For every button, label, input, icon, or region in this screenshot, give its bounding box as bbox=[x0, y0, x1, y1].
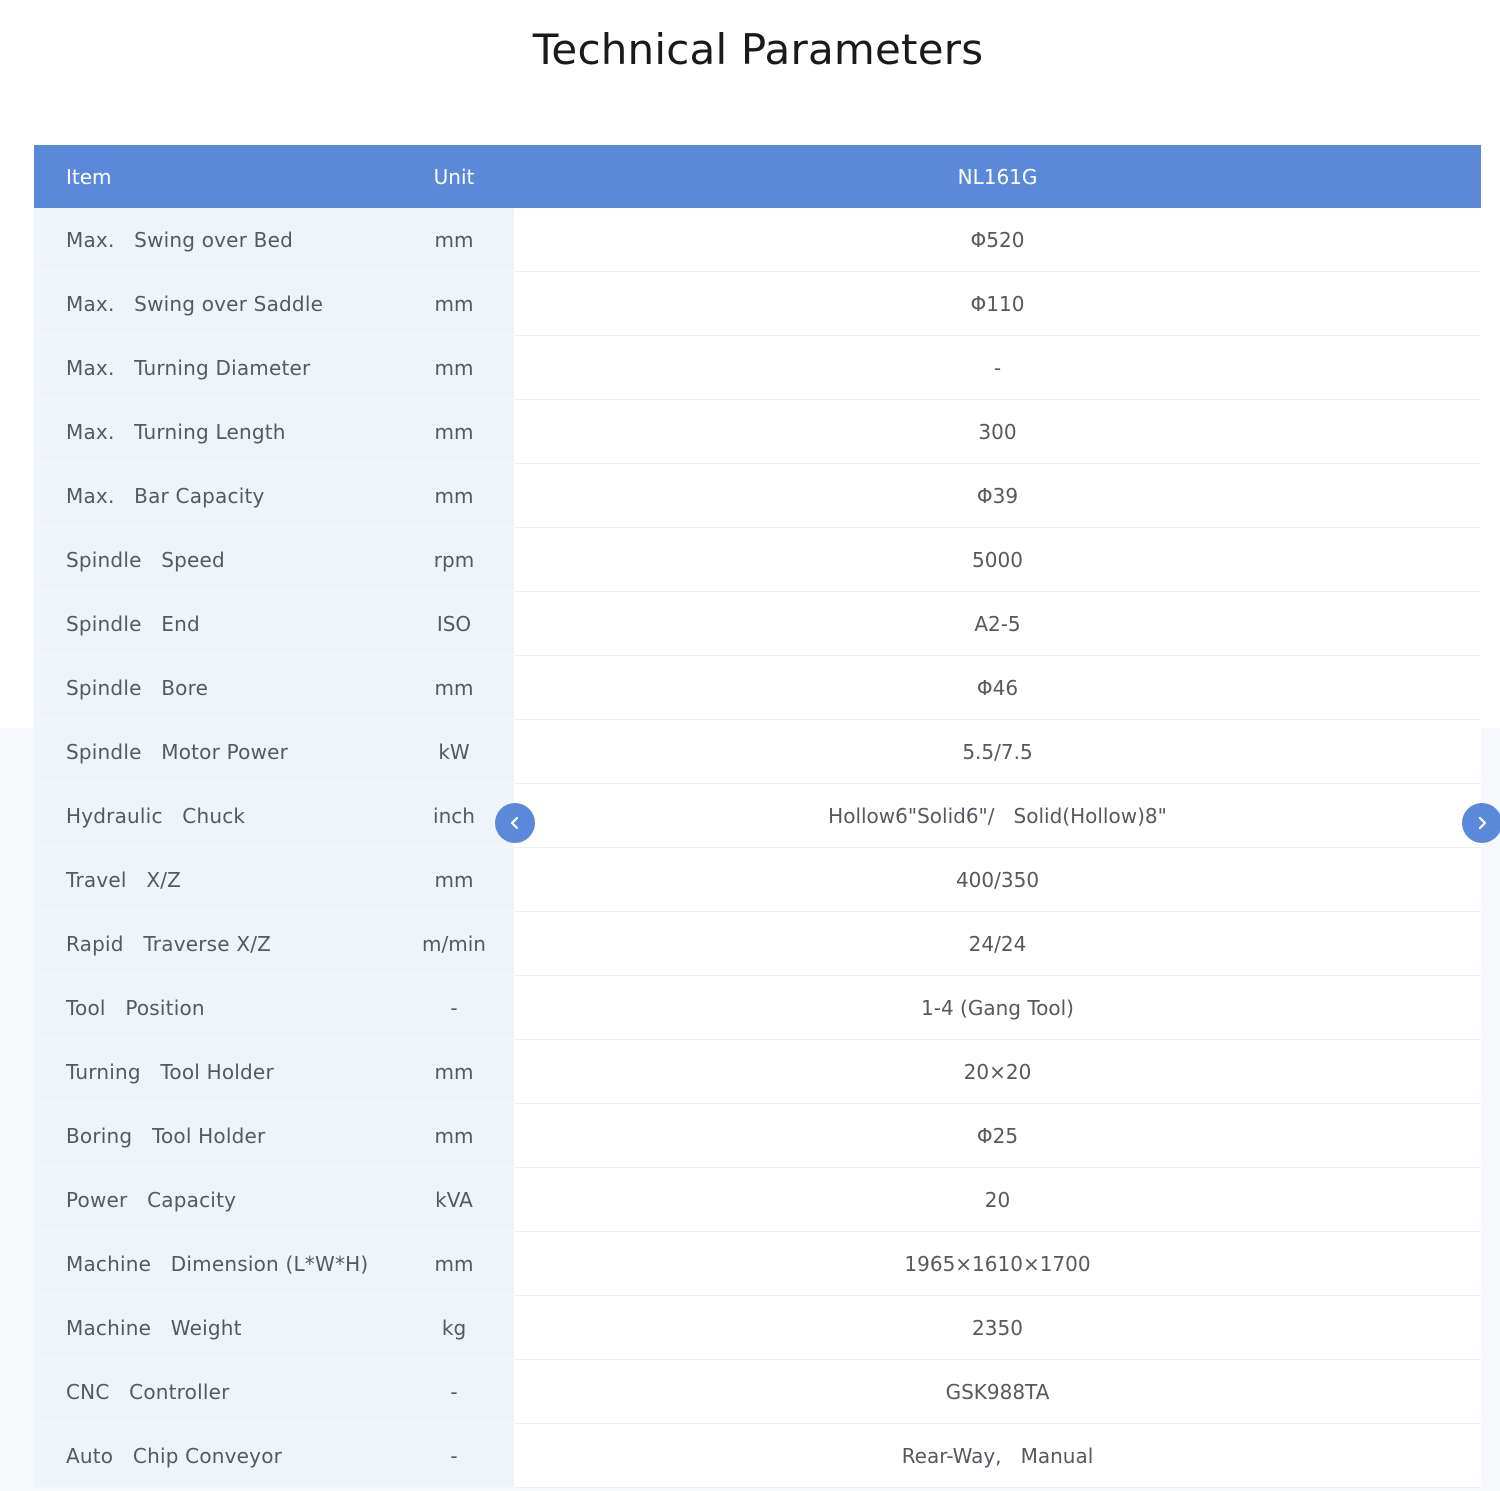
table-row: Rapid Traverse X/Z m/min 24/24 bbox=[34, 911, 1481, 976]
row-item-cell: Boring Tool Holder bbox=[34, 1103, 394, 1168]
row-value-cell: Φ39 bbox=[514, 463, 1481, 528]
table-body: Max. Swing over Bed mm Φ520 Max. Swing over… bbox=[34, 208, 1481, 1488]
row-unit-cell: mm bbox=[394, 1103, 514, 1168]
table-row: Spindle Motor Power kW 5.5/7.5 bbox=[34, 719, 1481, 784]
table-row: Machine Weight kg 2350 bbox=[34, 1295, 1481, 1360]
row-value-cell: Rear-Way, Manual bbox=[514, 1423, 1481, 1488]
row-item-cell: Machine Weight bbox=[34, 1295, 394, 1360]
row-value-cell: Φ520 bbox=[514, 208, 1481, 272]
row-item-cell: Max. Swing over Bed bbox=[34, 208, 394, 272]
parameters-table-container: Item Unit NL161G Max. Swing over Bed mm Φ5… bbox=[34, 145, 1481, 1488]
table-header: Item Unit NL161G bbox=[34, 145, 1481, 208]
table-row: Max. Swing over Saddle mm Φ110 bbox=[34, 271, 1481, 336]
table-row: Tool Position -1-4 (Gang Tool) bbox=[34, 975, 1481, 1040]
row-unit-cell: mm bbox=[394, 271, 514, 336]
row-unit-cell: mm bbox=[394, 463, 514, 528]
table-row: Travel X/Z mm 400/350 bbox=[34, 847, 1481, 912]
row-item-cell: Spindle Speed bbox=[34, 527, 394, 592]
row-unit-cell: mm bbox=[394, 399, 514, 464]
row-value-cell: Hollow6"Solid6"/ Solid(Hollow)8" bbox=[514, 783, 1481, 848]
row-item-cell: Tool Position bbox=[34, 975, 394, 1040]
row-item-cell: Power Capacity bbox=[34, 1167, 394, 1232]
column-header-model: NL161G bbox=[514, 145, 1481, 208]
row-unit-cell: kVA bbox=[394, 1167, 514, 1232]
row-value-cell: Φ110 bbox=[514, 271, 1481, 336]
row-unit-cell: mm bbox=[394, 1231, 514, 1296]
table-row: CNC Controller - GSK988TA bbox=[34, 1359, 1481, 1424]
table-row: Spindle End ISO A2-5 bbox=[34, 591, 1481, 656]
row-value-cell: A2-5 bbox=[514, 591, 1481, 656]
row-item-cell: Max. Bar Capacity bbox=[34, 463, 394, 528]
table-row: Machine Dimension (L*W*H) mm 1965×1610×170… bbox=[34, 1231, 1481, 1296]
row-item-cell: Rapid Traverse X/Z bbox=[34, 911, 394, 976]
row-item-cell: Travel X/Z bbox=[34, 847, 394, 912]
row-unit-cell: mm bbox=[394, 335, 514, 400]
row-item-cell: Auto Chip Conveyor bbox=[34, 1423, 394, 1488]
row-unit-cell: mm bbox=[394, 1039, 514, 1104]
previous-button[interactable] bbox=[495, 803, 535, 843]
row-unit-cell: ISO bbox=[394, 591, 514, 656]
table-row: Spindle Speed rpm 5000 bbox=[34, 527, 1481, 592]
row-item-cell: Hydraulic Chuck bbox=[34, 783, 394, 848]
row-value-cell: 5000 bbox=[514, 527, 1481, 592]
chevron-right-icon bbox=[1478, 816, 1487, 830]
chevron-left-icon bbox=[510, 816, 519, 830]
row-unit-cell: - bbox=[394, 1423, 514, 1488]
row-unit-cell: mm bbox=[394, 655, 514, 720]
table-row: Max. Turning Length mm 300 bbox=[34, 399, 1481, 464]
row-value-cell: 24/24 bbox=[514, 911, 1481, 976]
row-value-cell: 400/350 bbox=[514, 847, 1481, 912]
table-row: Boring Tool Holder mm Φ25 bbox=[34, 1103, 1481, 1168]
row-item-cell: Machine Dimension (L*W*H) bbox=[34, 1231, 394, 1296]
row-item-cell: Spindle End bbox=[34, 591, 394, 656]
row-value-cell: 20 bbox=[514, 1167, 1481, 1232]
page-title: Technical Parameters bbox=[532, 25, 984, 74]
column-header-unit: Unit bbox=[394, 145, 514, 208]
row-value-cell: Φ46 bbox=[514, 655, 1481, 720]
row-unit-cell: kg bbox=[394, 1295, 514, 1360]
row-item-cell: Max. Swing over Saddle bbox=[34, 271, 394, 336]
row-value-cell: GSK988TA bbox=[514, 1359, 1481, 1424]
row-item-cell: Spindle Bore bbox=[34, 655, 394, 720]
row-value-cell: 1965×1610×1700 bbox=[514, 1231, 1481, 1296]
table-row: Max. Bar Capacity mm Φ39 bbox=[34, 463, 1481, 528]
row-item-cell: Max. Turning Length bbox=[34, 399, 394, 464]
row-unit-cell: rpm bbox=[394, 527, 514, 592]
row-item-cell: Spindle Motor Power bbox=[34, 719, 394, 784]
column-header-item: Item bbox=[34, 145, 394, 208]
table-row: Auto Chip Conveyor - Rear-Way, Manual bbox=[34, 1423, 1481, 1488]
table-row: Max. Swing over Bed mm Φ520 bbox=[34, 208, 1481, 272]
row-value-cell: 1-4 (Gang Tool) bbox=[514, 975, 1481, 1040]
row-unit-cell: mm bbox=[394, 208, 514, 272]
table-row: Turning Tool Holder mm 20×20 bbox=[34, 1039, 1481, 1104]
table-row: Spindle Bore mm Φ46 bbox=[34, 655, 1481, 720]
table-row: Max. Turning Diameter mm - bbox=[34, 335, 1481, 400]
header-row: Item Unit NL161G bbox=[34, 145, 1481, 208]
table-row: Power Capacity kVA 20 bbox=[34, 1167, 1481, 1232]
row-item-cell: Max. Turning Diameter bbox=[34, 335, 394, 400]
row-item-cell: Turning Tool Holder bbox=[34, 1039, 394, 1104]
row-unit-cell: kW bbox=[394, 719, 514, 784]
row-unit-cell: m/min bbox=[394, 911, 514, 976]
parameters-table: Item Unit NL161G Max. Swing over Bed mm Φ5… bbox=[34, 145, 1481, 1488]
row-item-cell: CNC Controller bbox=[34, 1359, 394, 1424]
row-unit-cell: mm bbox=[394, 847, 514, 912]
row-unit-cell: - bbox=[394, 1359, 514, 1424]
row-value-cell: 20×20 bbox=[514, 1039, 1481, 1104]
table-row: Hydraulic Chuck inch Hollow6"Solid6"/ Soli… bbox=[34, 783, 1481, 848]
row-value-cell: - bbox=[514, 335, 1481, 400]
next-button[interactable] bbox=[1462, 803, 1500, 843]
row-value-cell: 300 bbox=[514, 399, 1481, 464]
row-value-cell: 5.5/7.5 bbox=[514, 719, 1481, 784]
row-unit-cell: - bbox=[394, 975, 514, 1040]
row-value-cell: Φ25 bbox=[514, 1103, 1481, 1168]
row-value-cell: 2350 bbox=[514, 1295, 1481, 1360]
